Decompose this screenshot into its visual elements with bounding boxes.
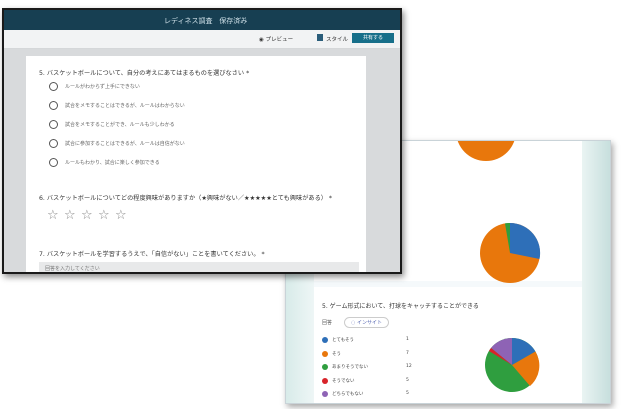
legend-label: あまりそうでない [332, 365, 368, 370]
radio-option-label: ルールがわからず上手にできない [65, 84, 140, 90]
radio-button[interactable] [49, 120, 58, 129]
answer-placeholder: 回答を入力してください [45, 266, 100, 272]
pie-chart-question-5 [485, 338, 540, 392]
legend-dot [322, 337, 328, 343]
question-7-title: 7. バスケットボールを学習するうえで、「自信がない」ことを書いてください。 * [39, 251, 265, 258]
insights-label: インサイト [356, 320, 382, 326]
star-icon[interactable]: ☆ [98, 209, 110, 222]
answer-text-field[interactable]: 回答を入力してください [39, 262, 359, 272]
radio-option[interactable]: ルールがわからず上手にできない [49, 82, 349, 92]
question-6-title: 6. バスケットボールについてどの程度興味がありますか（★興味がない／★★★★★… [39, 195, 333, 202]
radio-button[interactable] [49, 101, 58, 110]
star-icon[interactable]: ☆ [81, 209, 93, 222]
more-options-icon[interactable]: ··· [239, 14, 247, 23]
results-right-margin [582, 141, 610, 403]
legend-count: 7 [406, 350, 409, 356]
legend-label: どちらでもない [332, 392, 364, 397]
legend-count: 5 [406, 377, 409, 383]
share-button[interactable]: 共有する [352, 33, 394, 43]
star-icon[interactable]: ☆ [64, 209, 76, 222]
app-title-bar: レディネス調査 保存済み ··· [4, 10, 400, 30]
results-question-title: 5. ゲーム形式において、打球をキャッチすることができる [322, 303, 479, 310]
pie-chart-previous [480, 222, 541, 283]
legend-count: 1 [406, 337, 409, 342]
radio-option-label: ルールもわかり、試合に楽しく参加できる [65, 160, 160, 166]
legend-row: あまりそうでない 12 [322, 362, 437, 376]
radio-button[interactable] [49, 139, 58, 148]
legend-count: 5 [406, 391, 409, 396]
legend-label: とてもそう [332, 338, 355, 343]
legend-count: 12 [406, 364, 412, 369]
radio-option-label: 試合に参加することはできるが、ルールは自信がない [65, 141, 185, 147]
radio-button[interactable] [49, 82, 58, 91]
radio-option[interactable]: 試合をメモすることはできるが、ルールはわからない [49, 101, 349, 111]
legend-row: どちらでもない 5 [322, 389, 437, 403]
star-icon[interactable]: ☆ [115, 209, 127, 222]
results-legend: とてもそう 1 そう 7 あまりそうでない 12 そうでない 5 どちらでもない… [322, 335, 437, 403]
style-button[interactable]: スタイル [326, 35, 348, 43]
responses-tab[interactable]: 回答 [322, 319, 332, 326]
insights-button[interactable]: ◌ インサイト [344, 317, 389, 328]
legend-row: そうでない 5 [322, 376, 437, 390]
radio-option-label: 試合をメモすることはできるが、ルールはわからない [65, 103, 185, 109]
legend-dot [322, 350, 328, 357]
radio-button[interactable] [49, 158, 58, 167]
preview-button[interactable]: ◉ プレビュー [259, 35, 293, 43]
radio-option[interactable]: 試合に参加することはできるが、ルールは自信がない [49, 139, 349, 149]
editor-toolbar: ◉ プレビュー スタイル 共有する [4, 30, 400, 49]
form-editor-screenshot: レディネス調査 保存済み ··· ◉ プレビュー スタイル 共有する 5. バス… [2, 8, 402, 274]
radio-option-label: 試合をメモすることができ、ルールも少しわかる [65, 122, 175, 128]
radio-option[interactable]: 試合をメモすることができ、ルールも少しわかる [49, 120, 349, 130]
legend-row: そう 7 [322, 349, 437, 363]
legend-dot [322, 391, 328, 397]
preview-label: プレビュー [265, 37, 294, 43]
palette-icon [317, 34, 323, 41]
radio-option[interactable]: ルールもわかり、試合に楽しく参加できる [49, 158, 349, 168]
legend-label: そう [332, 351, 341, 357]
legend-label: そうでない [332, 378, 355, 384]
star-icon[interactable]: ☆ [47, 209, 59, 222]
legend-row: とてもそう 1 [322, 335, 437, 349]
form-title-text: レディネス調査 [164, 17, 213, 25]
pie-chart-previous-top [457, 141, 515, 161]
legend-dot [322, 364, 328, 370]
question-5-title: 5. バスケットボールについて、自分の考えにあてはまるものを選びなさい * [39, 70, 250, 77]
form-title: レディネス調査 保存済み [164, 16, 247, 26]
legend-dot [322, 377, 328, 384]
